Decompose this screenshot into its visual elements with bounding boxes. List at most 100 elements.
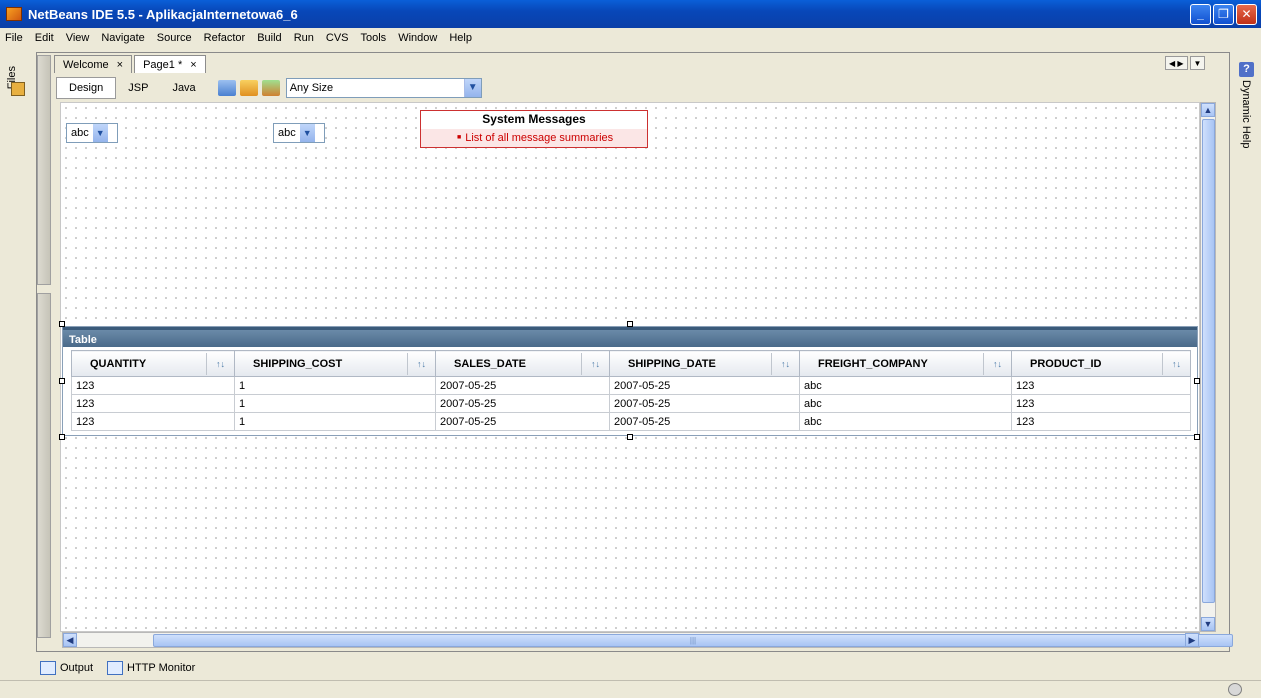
tab-jsp[interactable]: JSP (116, 77, 160, 99)
column-header-label: SALES_DATE (454, 357, 526, 370)
table-cell: 2007-05-25 (435, 394, 610, 413)
help-icon[interactable]: ? (1239, 62, 1254, 77)
http-monitor-tab-label: HTTP Monitor (127, 662, 196, 674)
dynamic-help-tab[interactable]: Dynamic Help (1240, 80, 1252, 148)
dropdown-value: abc (71, 127, 89, 139)
tab-welcome[interactable]: Welcome × (54, 55, 133, 73)
output-tab-label: Output (60, 662, 94, 674)
column-header-sales-date[interactable]: SALES_DATE ↑↓ (435, 350, 610, 377)
netbeans-icon (6, 7, 22, 21)
dropdown-list-1[interactable]: abc ▼ (66, 123, 118, 143)
tab-scroll-left-icon[interactable]: ◀ ▶ (1165, 56, 1188, 70)
table-cell: 2007-05-25 (435, 376, 610, 395)
tab-page1[interactable]: Page1 * × (134, 55, 206, 73)
horizontal-scrollbar[interactable]: ◀ ||| ▶ (62, 632, 1233, 648)
table-cell: 1 (234, 376, 436, 395)
menu-cvs[interactable]: CVS (321, 32, 356, 44)
maximize-button[interactable]: ❐ (1213, 3, 1234, 25)
refresh-icon[interactable] (239, 80, 258, 96)
table-cell: 2007-05-25 (435, 412, 610, 431)
close-icon[interactable]: × (117, 59, 123, 71)
scroll-right-icon[interactable]: ▶ (1185, 633, 1199, 647)
tab-design[interactable]: Design (56, 77, 117, 99)
data-table: QUANTITY ↑↓ SHIPPING_COST ↑↓ SALES_DATE ↑↓ … (71, 350, 1191, 431)
table-component[interactable]: Table QUANTITY ↑↓ SHIPPING_COST ↑↓ SALES_D… (62, 326, 1198, 436)
table-cell: abc (799, 394, 1012, 413)
vertical-scroll-thumb[interactable] (1202, 119, 1215, 603)
column-header-label: SHIPPING_COST (253, 357, 343, 370)
menu-bar: File Edit View Navigate Source Refactor … (0, 28, 1261, 48)
selection-handle[interactable] (59, 378, 65, 384)
tab-java[interactable]: Java (160, 77, 207, 99)
gc-icon[interactable] (1228, 683, 1242, 696)
sort-icon[interactable]: ↑↓ (581, 352, 609, 375)
table-caption: Table (63, 327, 1197, 347)
menu-refactor[interactable]: Refactor (199, 32, 253, 44)
menu-help[interactable]: Help (444, 32, 479, 44)
table-row: 123 1 2007-05-25 2007-05-25 abc 123 (71, 376, 1191, 395)
http-monitor-icon (107, 661, 124, 675)
menu-build[interactable]: Build (252, 32, 288, 44)
menu-source[interactable]: Source (152, 32, 199, 44)
table-cell: 2007-05-25 (609, 394, 800, 413)
menu-view[interactable]: View (61, 32, 97, 44)
dropdown-value: abc (278, 127, 296, 139)
target-size-select[interactable]: Any Size ▼ (285, 78, 482, 98)
system-messages[interactable]: System Messages List of all message summ… (420, 110, 648, 148)
chevron-down-icon[interactable]: ▼ (463, 79, 481, 97)
bottom-window-bar: Output HTTP Monitor (40, 659, 195, 677)
system-messages-title: System Messages (421, 111, 647, 129)
dropdown-list-2[interactable]: abc ▼ (273, 123, 325, 143)
tab-label: Page1 * (143, 58, 183, 71)
preview-icon[interactable] (217, 80, 236, 96)
selection-handle[interactable] (627, 434, 633, 440)
minimize-button[interactable]: _ (1190, 3, 1211, 25)
table-cell: 123 (71, 412, 235, 431)
table-cell: abc (799, 412, 1012, 431)
column-header-shipping-cost[interactable]: SHIPPING_COST ↑↓ (234, 350, 436, 377)
palette-grip-bottom[interactable] (37, 293, 51, 638)
chevron-down-icon[interactable]: ▼ (92, 124, 108, 142)
column-header-freight-company[interactable]: FREIGHT_COMPANY ↑↓ (799, 350, 1012, 377)
column-header-shipping-date[interactable]: SHIPPING_DATE ↑↓ (609, 350, 800, 377)
scroll-down-icon[interactable]: ▼ (1201, 617, 1215, 631)
selection-handle[interactable] (59, 321, 65, 327)
scroll-left-icon[interactable]: ◀ (63, 633, 77, 647)
table-row: 123 1 2007-05-25 2007-05-25 abc 123 (71, 394, 1191, 413)
close-button[interactable]: ✕ (1236, 3, 1257, 25)
table-cell: abc (799, 376, 1012, 395)
table-cell: 1 (234, 394, 436, 413)
menu-edit[interactable]: Edit (30, 32, 61, 44)
http-monitor-tab[interactable]: HTTP Monitor (107, 661, 195, 675)
menu-file[interactable]: File (0, 32, 30, 44)
menu-window[interactable]: Window (393, 32, 444, 44)
close-icon[interactable]: × (190, 59, 196, 71)
designer-toolbar: Design JSP Java Any Size ▼ (56, 76, 482, 100)
menu-tools[interactable]: Tools (356, 32, 394, 44)
column-header-quantity[interactable]: QUANTITY ↑↓ (71, 350, 235, 377)
sort-icon[interactable]: ↑↓ (407, 352, 435, 375)
tab-list-icon[interactable]: ▼ (1189, 56, 1206, 70)
selection-handle[interactable] (59, 434, 65, 440)
menu-run[interactable]: Run (289, 32, 321, 44)
table-cell: 123 (1011, 412, 1191, 431)
output-tab[interactable]: Output (40, 661, 93, 675)
tab-navigation: ◀ ▶ ▼ (1165, 56, 1206, 70)
sort-icon[interactable]: ↑↓ (983, 352, 1011, 375)
palette-grip-top[interactable] (37, 55, 51, 285)
horizontal-scroll-thumb[interactable]: ||| (153, 634, 1233, 647)
sort-icon[interactable]: ↑↓ (771, 352, 799, 375)
files-icon[interactable] (11, 82, 25, 96)
sort-icon[interactable]: ↑↓ (206, 352, 234, 375)
selection-handle[interactable] (627, 321, 633, 327)
scroll-up-icon[interactable]: ▲ (1201, 103, 1215, 117)
menu-navigate[interactable]: Navigate (96, 32, 151, 44)
sort-icon[interactable]: ↑↓ (1162, 352, 1190, 375)
table-cell: 123 (1011, 376, 1191, 395)
table-cell: 123 (71, 394, 235, 413)
vertical-scrollbar[interactable]: ▲ ▼ (1200, 102, 1216, 632)
column-header-product-id[interactable]: PRODUCT_ID ↑↓ (1011, 350, 1191, 377)
chevron-down-icon[interactable]: ▼ (299, 124, 315, 142)
target-size-icon[interactable] (261, 80, 280, 96)
title-bar: NetBeans IDE 5.5 - AplikacjaInternetowa6… (0, 0, 1261, 28)
